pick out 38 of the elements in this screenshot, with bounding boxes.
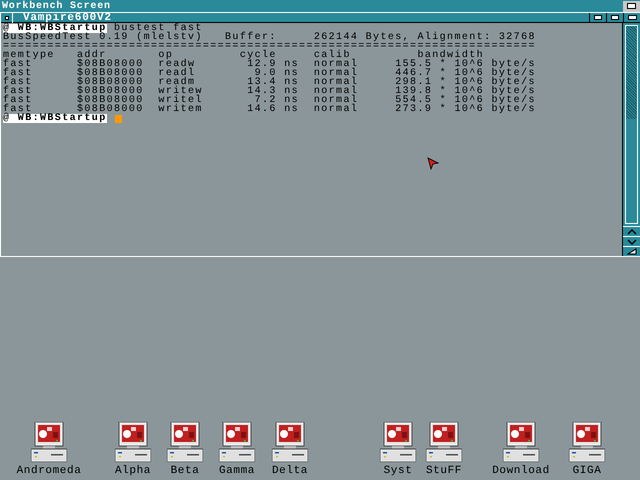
console-line: fast $08B08000 readw 12.9 ns normal 155.5 * 10^6 byte/s [3, 60, 537, 69]
console-line: memtype addr op cycle calib bandwidth [3, 51, 486, 60]
icon-label[interactable]: Download [492, 465, 550, 477]
computer-icon [503, 422, 539, 462]
console-line: BusSpeedTest 0.19 (mlelstv) Buffer: 262144 Bytes, Alignment: 32768 [3, 33, 537, 42]
console-line: fast $08B08000 writew 14.3 ns normal 139.8 * 10^6 byte/s [3, 87, 537, 96]
scroll-up-icon[interactable] [623, 226, 640, 236]
console-line: ======================================================================== [3, 42, 537, 51]
icon-label[interactable]: GIGA [572, 465, 602, 477]
resize-gadget-icon[interactable] [623, 246, 640, 256]
computer-icon [167, 422, 203, 462]
mouse-pointer-icon [427, 157, 439, 170]
computer-icon [380, 422, 416, 462]
console-line: fast $08B08000 readl 9.0 ns normal 446.7 * 10^6 byte/s [3, 69, 537, 78]
command-text: bustest fast [114, 24, 203, 33]
depth-gadget-icon[interactable] [623, 0, 640, 12]
icon-label[interactable]: Andromeda [16, 465, 82, 477]
icon-label[interactable]: Gamma [218, 465, 255, 477]
console-line: fast $08B08000 readm 13.4 ns normal 298.1 * 10^6 byte/s [3, 78, 537, 87]
scroll-down-icon[interactable] [623, 236, 640, 246]
icon-label[interactable]: StuFF [426, 465, 462, 477]
icon-label[interactable]: Delta [272, 465, 308, 477]
prompt: @ WB:WBStartup [3, 114, 107, 123]
computer-icon [31, 422, 67, 462]
icon-label[interactable]: Beta [170, 465, 200, 477]
computer-icon [426, 422, 462, 462]
scrollbar[interactable] [625, 25, 638, 224]
computer-icon [219, 422, 255, 462]
window-title: Vampire600V2 [23, 12, 113, 22]
console-line: fast $08B08000 writel 7.2 ns normal 554.5 * 10^6 byte/s [3, 96, 537, 105]
prompt: @ WB:WBStartup [3, 24, 107, 33]
computer-icon [115, 422, 151, 462]
computer-icon [272, 422, 308, 462]
screen-title: Workbench Screen [1, 0, 111, 12]
console-line: fast $08B08000 writem 14.6 ns normal 273.9 * 10^6 byte/s [3, 105, 537, 114]
computer-icon [569, 422, 605, 462]
icon-label[interactable]: Syst [384, 465, 412, 477]
icon-label[interactable]: Alpha [114, 465, 151, 477]
